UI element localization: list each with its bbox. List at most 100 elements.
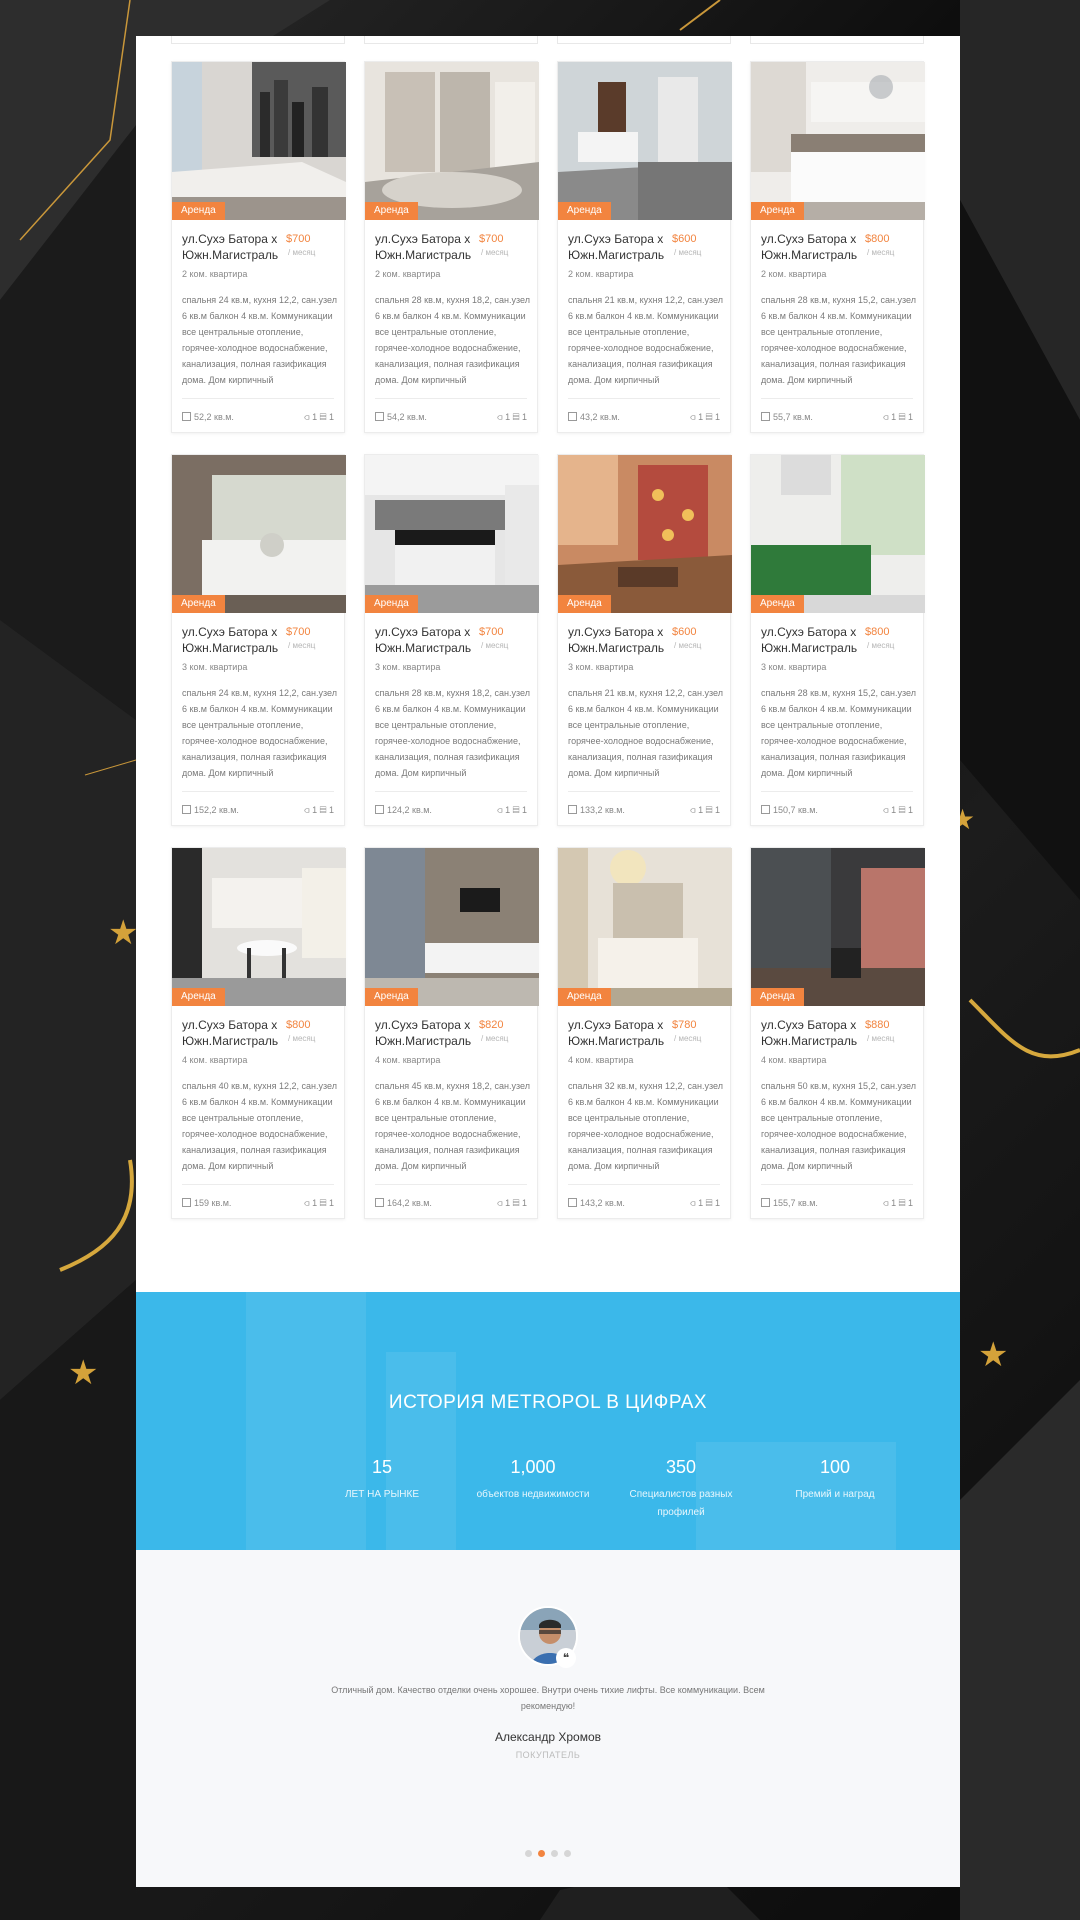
listing-address[interactable]: ул.Сухэ Батора х Южн.Магистраль [761, 1017, 871, 1049]
listing-address[interactable]: ул.Сухэ Батора х Южн.Магистраль [568, 624, 678, 656]
listing-amenities: ⫏ 1 ▤ 1 [883, 805, 913, 816]
bed-count: 1 [714, 805, 720, 815]
stat-label: Премий и наград [795, 1489, 875, 1500]
area-icon [375, 412, 384, 421]
bath-count: 1 [312, 1198, 318, 1208]
listing-address[interactable]: ул.Сухэ Батора х Южн.Магистраль [568, 1017, 678, 1049]
card-divider [182, 398, 334, 399]
listing-card[interactable]: Аренда ул.Сухэ Батора х Южн.Магистраль $88… [750, 847, 925, 1219]
area-icon [375, 1198, 384, 1207]
price-period: / месяц [481, 248, 509, 257]
price-period: / месяц [288, 641, 316, 650]
listing-rooms: 3 ком. квартира [375, 662, 441, 672]
listing-price: $700 [286, 233, 311, 245]
listing-photo[interactable] [365, 62, 539, 220]
listing-price: $800 [286, 1019, 311, 1031]
listing-photo[interactable] [751, 848, 925, 1006]
listing-description: спальня 28 кв.м, кухня 15,2, сан.узел 6 … [761, 688, 916, 778]
price-period: / месяц [867, 1034, 895, 1043]
stat-value: 100 [819, 1457, 851, 1477]
listing-card[interactable]: Аренда ул.Сухэ Батора х Южн.Магистраль $70… [171, 454, 346, 826]
listing-photo[interactable] [172, 848, 346, 1006]
listing-photo[interactable] [558, 455, 732, 613]
bed-icon: ▤ [512, 805, 520, 815]
bed-icon: ▤ [898, 805, 906, 815]
area-icon [182, 1198, 191, 1207]
bed-count: 1 [714, 412, 720, 422]
listing-tag: Аренда [751, 988, 804, 1006]
listing-card[interactable]: Аренда ул.Сухэ Батора х Южн.Магистраль $80… [750, 61, 925, 433]
bath-count: 1 [891, 412, 897, 422]
listing-address[interactable]: ул.Сухэ Батора х Южн.Магистраль [375, 624, 485, 656]
card-divider [761, 1184, 913, 1185]
listing-amenities: ⫏ 1 ▤ 1 [304, 805, 334, 816]
listing-rooms: 4 ком. квартира [182, 1055, 248, 1065]
listing-card[interactable]: Аренда ул.Сухэ Батора х Южн.Магистраль $80… [750, 454, 925, 826]
listing-photo[interactable] [365, 455, 539, 613]
listing-description: спальня 21 кв.м, кухня 12,2, сан.узел 6 … [568, 295, 723, 385]
listing-card[interactable]: Аренда ул.Сухэ Батора х Южн.Магистраль $82… [364, 847, 539, 1219]
listing-photo[interactable] [172, 455, 346, 613]
listing-card[interactable]: Аренда ул.Сухэ Батора х Южн.Магистраль $60… [557, 454, 732, 826]
listing-address[interactable]: ул.Сухэ Батора х Южн.Магистраль [568, 231, 678, 263]
listing-card[interactable]: Аренда ул.Сухэ Батора х Южн.Магистраль $60… [557, 61, 732, 433]
listing-address[interactable]: ул.Сухэ Батора х Южн.Магистраль [375, 1017, 485, 1049]
listing-address[interactable]: ул.Сухэ Батора х Южн.Магистраль [761, 231, 871, 263]
listing-area: 150,7 кв.м. [761, 805, 818, 815]
listing-area: 43,2 кв.м. [568, 412, 620, 422]
bath-count: 1 [698, 805, 704, 815]
bed-icon: ▤ [319, 1198, 327, 1208]
listing-photo[interactable] [365, 848, 539, 1006]
listing-area: 159 кв.м. [182, 1198, 231, 1208]
listing-rooms: 2 ком. квартира [182, 269, 248, 279]
bath-icon: ⫏ [690, 1198, 696, 1208]
listing-tag: Аренда [365, 988, 418, 1006]
card-divider [568, 791, 720, 792]
listing-card[interactable]: Аренда ул.Сухэ Батора х Южн.Магистраль $78… [557, 847, 732, 1219]
testimonial-text: Отличный дом. Качество отделки очень хор… [331, 1685, 765, 1711]
bath-count: 1 [505, 412, 511, 422]
listing-tag: Аренда [365, 595, 418, 613]
bed-count: 1 [907, 412, 913, 422]
card-divider [375, 398, 527, 399]
bed-icon: ▤ [319, 805, 327, 815]
listing-card[interactable]: Аренда ул.Сухэ Батора х Южн.Магистраль $70… [364, 454, 539, 826]
bath-count: 1 [698, 412, 704, 422]
bath-count: 1 [891, 1198, 897, 1208]
listing-card[interactable]: Аренда ул.Сухэ Батора х Южн.Магистраль $70… [364, 61, 539, 433]
listing-description: спальня 24 кв.м, кухня 12,2, сан.узел 6 … [182, 688, 337, 778]
listing-photo[interactable] [558, 848, 732, 1006]
listing-amenities: ⫏ 1 ▤ 1 [304, 412, 334, 423]
bath-count: 1 [312, 805, 318, 815]
price-period: / месяц [674, 248, 702, 257]
slider-dot[interactable] [551, 1850, 558, 1857]
card-divider [375, 791, 527, 792]
bath-icon: ⫏ [497, 1198, 503, 1208]
star-icon: ★ [978, 1335, 1009, 1375]
listing-photo[interactable] [172, 62, 346, 220]
listing-price: $700 [286, 626, 311, 638]
price-period: / месяц [867, 248, 895, 257]
listing-tag: Аренда [558, 202, 611, 220]
bed-icon: ▤ [512, 1198, 520, 1208]
listing-address[interactable]: ул.Сухэ Батора х Южн.Магистраль [182, 1017, 292, 1049]
stat-value: 15 [371, 1457, 393, 1477]
listing-address[interactable]: ул.Сухэ Батора х Южн.Магистраль [375, 231, 485, 263]
slider-dot[interactable] [564, 1850, 571, 1857]
listing-tag: Аренда [172, 202, 225, 220]
listing-address[interactable]: ул.Сухэ Батора х Южн.Магистраль [182, 624, 292, 656]
listing-tag: Аренда [751, 202, 804, 220]
listing-address[interactable]: ул.Сухэ Батора х Южн.Магистраль [182, 231, 292, 263]
listing-photo[interactable] [751, 455, 925, 613]
slider-dot[interactable] [538, 1850, 545, 1857]
listing-amenities: ⫏ 1 ▤ 1 [690, 1198, 720, 1209]
listing-address[interactable]: ул.Сухэ Батора х Южн.Магистраль [761, 624, 871, 656]
listing-card[interactable]: Аренда ул.Сухэ Батора х Южн.Магистраль $70… [171, 61, 346, 433]
slider-dot[interactable] [525, 1850, 532, 1857]
listing-photo[interactable] [558, 62, 732, 220]
area-icon [182, 412, 191, 421]
area-value: 155,7 кв.м. [773, 1198, 818, 1208]
listing-photo[interactable] [751, 62, 925, 220]
listing-card[interactable]: Аренда ул.Сухэ Батора х Южн.Магистраль $80… [171, 847, 346, 1219]
listing-area: 55,7 кв.м. [761, 412, 813, 422]
